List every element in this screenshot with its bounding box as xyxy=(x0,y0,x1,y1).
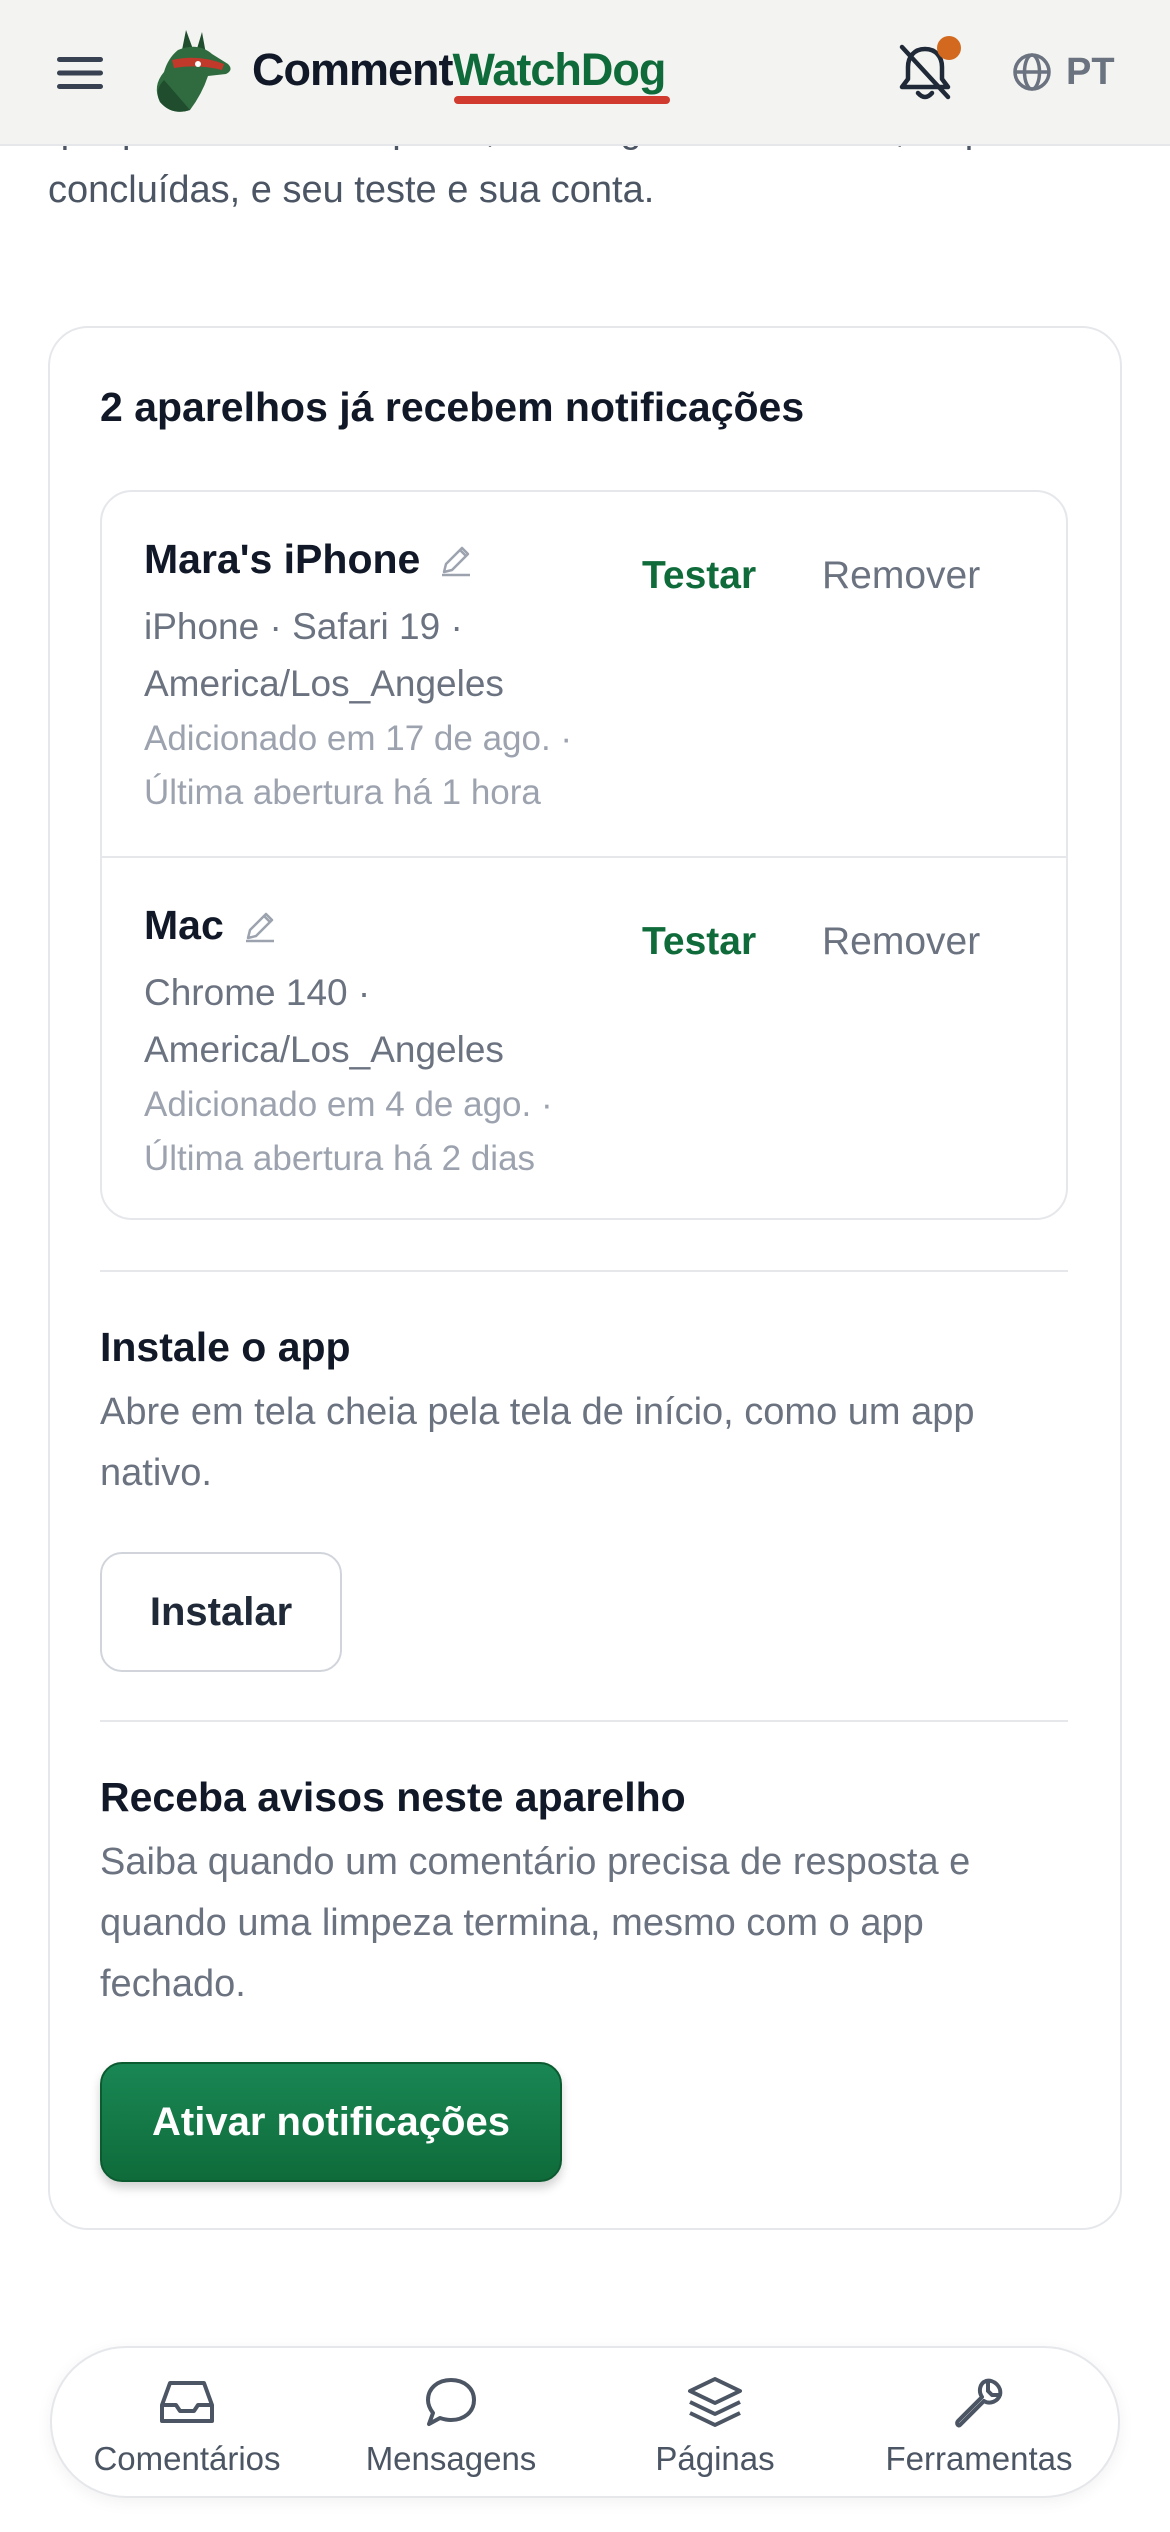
tab-paginas[interactable]: Páginas xyxy=(584,2374,846,2478)
device-name-row: Mara's iPhone xyxy=(144,536,474,583)
tab-comentarios[interactable]: Comentários xyxy=(56,2374,318,2478)
test-device-button[interactable]: Testar xyxy=(642,554,756,598)
brand-underline xyxy=(454,96,670,104)
layers-icon xyxy=(684,2374,746,2430)
wrench-icon xyxy=(948,2374,1010,2430)
edit-pencil-icon[interactable] xyxy=(438,542,474,578)
remove-device-button[interactable]: Remover xyxy=(822,554,980,598)
menu-button[interactable] xyxy=(52,50,108,96)
remove-device-button[interactable]: Remover xyxy=(822,920,980,964)
tab-mensagens[interactable]: Mensagens xyxy=(320,2374,582,2478)
device-name-row: Mac xyxy=(144,902,278,949)
tab-label: Páginas xyxy=(655,2440,775,2477)
tab-ferramentas[interactable]: Ferramentas xyxy=(848,2374,1110,2478)
language-label: PT xyxy=(1066,50,1115,93)
device-added-info: Adicionado em 4 de ago. · Última abertur… xyxy=(144,1085,553,1178)
tab-label: Comentários xyxy=(93,2440,281,2477)
language-selector[interactable]: PT xyxy=(1012,42,1115,102)
notifications-description: Saiba quando um comentário precisa de re… xyxy=(100,1841,971,2005)
section-divider xyxy=(100,1720,1068,1722)
brand-name: CommentWatchDog xyxy=(252,44,667,96)
notification-settings-card: 2 aparelhos já recebem notificações Mara… xyxy=(48,326,1122,2230)
tab-label: Mensagens xyxy=(365,2440,537,2477)
brand-part-comment: Comment xyxy=(252,44,454,95)
watchdog-logo[interactable] xyxy=(142,24,242,120)
edit-pencil-icon[interactable] xyxy=(242,908,278,944)
device-name: Mac xyxy=(144,902,224,948)
install-description: Abre em tela cheia pela tela de início, … xyxy=(100,1391,975,1494)
app-header: CommentWatchDog PT xyxy=(0,0,1170,146)
globe-icon xyxy=(1013,53,1051,91)
bottom-tab-bar: Comentários Mensagens Páginas Ferramenta… xyxy=(50,2346,1120,2498)
device-added-info: Adicionado em 17 de ago. · Última abertu… xyxy=(144,719,573,812)
install-button[interactable]: Instalar xyxy=(100,1552,342,1672)
device-meta: iPhone · Safari 19 · America/Los_Angeles xyxy=(144,606,504,704)
dog-logo-icon xyxy=(156,30,231,112)
notifications-title: Receba avisos neste aparelho xyxy=(100,1774,686,1820)
device-meta: Chrome 140 · America/Los_Angeles xyxy=(144,972,504,1070)
devices-list: Mara's iPhone iPhone · Safari 19 · Ameri… xyxy=(100,490,1068,1220)
notification-badge-dot xyxy=(937,36,961,60)
inbox-icon xyxy=(156,2374,218,2430)
install-title: Instale o app xyxy=(100,1324,351,1370)
brand-part-watchdog: WatchDog xyxy=(452,44,667,95)
enable-notifications-button[interactable]: Ativar notificações xyxy=(100,2062,562,2182)
hamburger-icon xyxy=(57,57,103,89)
device-name: Mara's iPhone xyxy=(144,536,421,582)
device-item: Mac Chrome 140 · America/Los_Angeles Adi… xyxy=(102,856,1066,1220)
test-device-button[interactable]: Testar xyxy=(642,920,756,964)
device-item: Mara's iPhone iPhone · Safari 19 · Ameri… xyxy=(102,492,1066,856)
devices-title: 2 aparelhos já recebem notificações xyxy=(100,384,805,430)
chat-bubble-icon xyxy=(420,2374,482,2430)
section-divider xyxy=(100,1270,1068,1272)
tab-label: Ferramentas xyxy=(885,2440,1073,2477)
